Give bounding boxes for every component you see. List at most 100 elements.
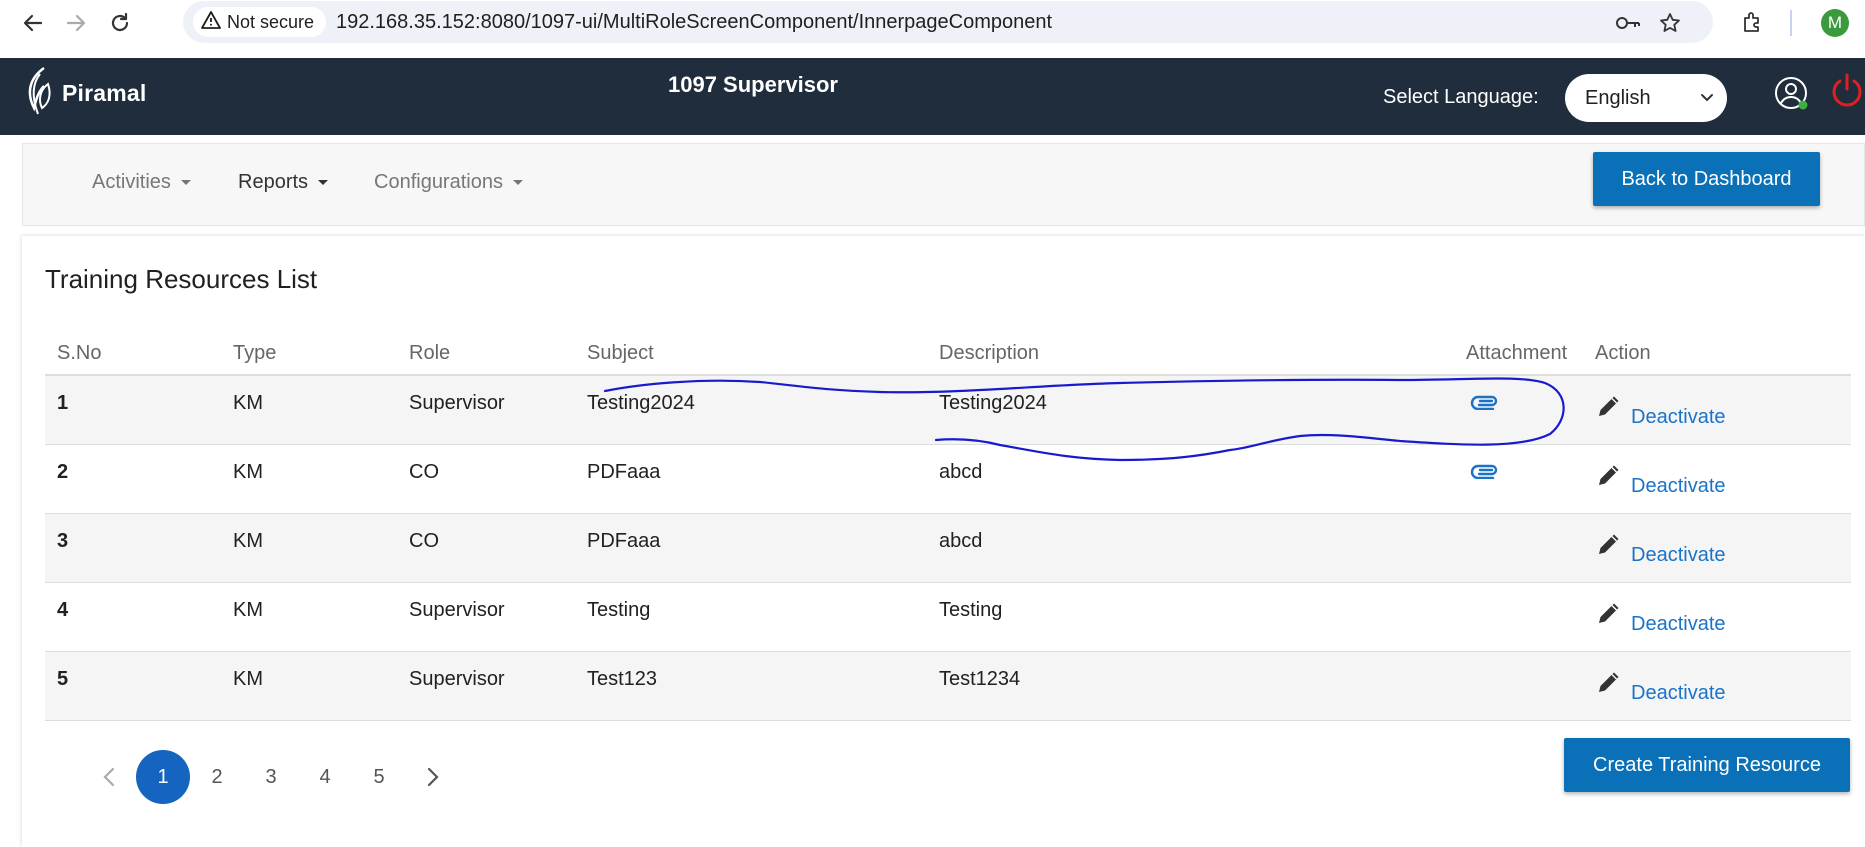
security-indicator[interactable]: Not secure (193, 7, 327, 37)
create-training-resource-button[interactable]: Create Training Resource (1564, 738, 1850, 792)
page-button-1[interactable]: 1 (136, 750, 190, 804)
forward-arrow-icon[interactable] (63, 10, 89, 36)
key-icon[interactable] (1615, 10, 1641, 36)
menu-activities[interactable]: Activities (92, 171, 191, 194)
column-header-attachment: Attachment (1454, 332, 1583, 376)
cell-subject: PDFaaa (575, 444, 927, 514)
cell-type: KM (221, 651, 397, 721)
menu-label: Activities (92, 171, 171, 193)
table-row: 4 KM Supervisor Testing Testing Deactiva… (45, 582, 1851, 652)
main-nav: Activities Reports Configurations Back t… (22, 143, 1865, 226)
extensions-icon[interactable] (1740, 9, 1766, 35)
edit-pencil-icon[interactable] (1595, 461, 1623, 495)
paperclip-icon[interactable] (1470, 393, 1500, 415)
profile-avatar[interactable]: M (1821, 9, 1849, 37)
cell-attachment (1454, 651, 1583, 721)
menu-configurations[interactable]: Configurations (374, 171, 523, 194)
training-resources-card: Training Resources List S.No Type Role S… (22, 236, 1865, 847)
caret-down-icon (512, 180, 523, 185)
column-header-sno: S.No (45, 332, 221, 376)
deactivate-link[interactable]: Deactivate (1631, 613, 1726, 636)
page-button-4[interactable]: 4 (298, 750, 352, 804)
cell-role: Supervisor (397, 375, 575, 445)
column-header-role: Role (397, 332, 575, 376)
back-arrow-icon[interactable] (20, 10, 46, 36)
cell-description: Testing2024 (927, 375, 1454, 445)
cell-action: Deactivate (1583, 375, 1851, 445)
table-header-row: S.No Type Role Subject Description Attac… (45, 332, 1851, 376)
column-header-subject: Subject (575, 332, 927, 376)
cell-sno: 5 (45, 651, 221, 721)
cell-action: Deactivate (1583, 444, 1851, 514)
cell-attachment (1454, 444, 1583, 514)
cell-description: abcd (927, 444, 1454, 514)
reload-icon[interactable] (107, 10, 133, 36)
security-label: Not secure (227, 11, 315, 32)
edit-pencil-icon[interactable] (1595, 530, 1623, 564)
cell-sno: 1 (45, 375, 221, 445)
deactivate-link[interactable]: Deactivate (1631, 475, 1726, 498)
chevron-down-icon (1699, 88, 1715, 111)
previous-page-chevron-icon[interactable] (82, 750, 136, 804)
edit-pencil-icon[interactable] (1595, 668, 1623, 702)
cell-description: abcd (927, 513, 1454, 583)
power-logout-icon[interactable] (1830, 73, 1864, 114)
cell-type: KM (221, 444, 397, 514)
column-header-type: Type (221, 332, 397, 376)
edit-pencil-icon[interactable] (1595, 392, 1623, 426)
deactivate-link[interactable]: Deactivate (1631, 682, 1726, 705)
cell-subject: Testing (575, 582, 927, 652)
cell-action: Deactivate (1583, 513, 1851, 583)
deactivate-link[interactable]: Deactivate (1631, 544, 1726, 567)
table-row: 1 KM Supervisor Testing2024 Testing2024 … (45, 375, 1851, 445)
table-row: 2 KM CO PDFaaa abcd Deactivate (45, 444, 1851, 514)
menu-reports[interactable]: Reports (238, 171, 329, 194)
cell-subject: PDFaaa (575, 513, 927, 583)
language-select[interactable]: English (1565, 74, 1727, 122)
column-header-description: Description (927, 332, 1454, 376)
browser-toolbar: Not secure 192.168.35.152:8080/1097-ui/M… (0, 0, 1865, 45)
url-text[interactable]: 192.168.35.152:8080/1097-ui/MultiRoleScr… (336, 11, 1052, 34)
menu-label: Configurations (374, 171, 503, 193)
page-title: Training Resources List (45, 264, 318, 294)
edit-pencil-icon[interactable] (1595, 599, 1623, 633)
cell-action: Deactivate (1583, 582, 1851, 652)
page-button-2[interactable]: 2 (190, 750, 244, 804)
deactivate-link[interactable]: Deactivate (1631, 406, 1726, 429)
cell-role: CO (397, 513, 575, 583)
cell-role: Supervisor (397, 651, 575, 721)
page-button-3[interactable]: 3 (244, 750, 298, 804)
cell-type: KM (221, 375, 397, 445)
column-header-action: Action (1583, 332, 1851, 376)
training-resources-table: S.No Type Role Subject Description Attac… (45, 332, 1851, 721)
pagination: 1 2 3 4 5 (82, 750, 460, 804)
back-to-dashboard-button[interactable]: Back to Dashboard (1593, 152, 1820, 206)
cell-subject: Testing2024 (575, 375, 927, 445)
cell-description: Testing (927, 582, 1454, 652)
next-page-chevron-icon[interactable] (406, 750, 460, 804)
table-row: 3 KM CO PDFaaa abcd Deactivate (45, 513, 1851, 583)
user-profile-icon[interactable] (1774, 76, 1810, 117)
cell-type: KM (221, 582, 397, 652)
paperclip-icon[interactable] (1470, 462, 1500, 484)
warning-icon (201, 10, 221, 35)
language-label: Select Language: (1383, 86, 1539, 108)
cell-role: Supervisor (397, 582, 575, 652)
cell-sno: 2 (45, 444, 221, 514)
table-row: 5 KM Supervisor Test123 Test1234 Deactiv… (45, 651, 1851, 721)
address-bar[interactable]: Not secure 192.168.35.152:8080/1097-ui/M… (183, 1, 1713, 43)
piramal-logo: Piramal (20, 64, 147, 122)
caret-down-icon (318, 180, 329, 185)
piramal-leaf-icon (28, 66, 51, 115)
cell-role: CO (397, 444, 575, 514)
cell-type: KM (221, 513, 397, 583)
bookmark-star-icon[interactable] (1657, 10, 1683, 36)
menu-label: Reports (238, 171, 309, 193)
cell-sno: 3 (45, 513, 221, 583)
cell-attachment (1454, 513, 1583, 583)
cell-subject: Test123 (575, 651, 927, 721)
cell-attachment (1454, 582, 1583, 652)
page-button-5[interactable]: 5 (352, 750, 406, 804)
cell-description: Test1234 (927, 651, 1454, 721)
cell-action: Deactivate (1583, 651, 1851, 721)
